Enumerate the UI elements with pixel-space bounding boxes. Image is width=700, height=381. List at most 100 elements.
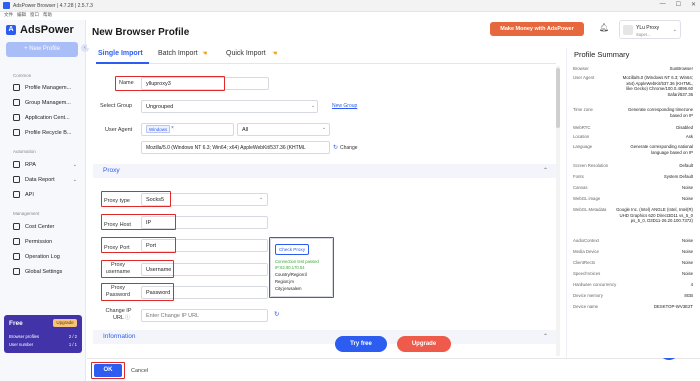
chevron-down-icon: ⌄	[259, 195, 264, 201]
summary-key: AudioContext	[573, 238, 599, 243]
highlight-box	[101, 214, 176, 230]
sidebar-item-rpa[interactable]: RPA ⌄	[13, 161, 83, 168]
summary-key: ClientRects	[573, 260, 595, 265]
cancel-button[interactable]: Cancel	[131, 368, 148, 374]
sidebar-item-permission[interactable]: Permission	[13, 238, 83, 245]
summary-key: Screen Resolution	[573, 163, 609, 168]
summary-key: SpeechVoices	[573, 271, 601, 276]
summary-row: Fonts System Default	[573, 174, 693, 179]
sidebar-item-group-management[interactable]: Group Managem...	[13, 99, 83, 106]
plan-users-value: 1 / 1	[68, 342, 77, 347]
sidebar-item-profile-recycle-bin[interactable]: Profile Recycle B...	[13, 129, 83, 136]
summary-value: Noise	[682, 260, 693, 265]
summary-row: Location Ask	[573, 134, 693, 139]
chevron-up-icon: ⌃	[542, 334, 548, 340]
maximize-icon[interactable]: ☐	[676, 1, 681, 8]
minimize-icon[interactable]: —	[660, 1, 666, 8]
menu-help[interactable]: 帮助	[43, 12, 52, 20]
sidebar-item-api[interactable]: API	[13, 191, 83, 198]
summary-key: User Agent	[573, 75, 595, 80]
sidebar-item-data-report[interactable]: Data Report ⌄	[13, 176, 83, 183]
summary-key: WebGL image	[573, 196, 601, 201]
page-title: New Browser Profile	[92, 27, 190, 38]
menu-file[interactable]: 文件	[4, 12, 13, 20]
summary-key: Fonts	[573, 174, 584, 179]
highlight-box	[101, 237, 176, 253]
sidebar-item-application-center[interactable]: Application Cent...	[13, 114, 83, 121]
sidebar-item-label: Permission	[25, 238, 53, 245]
new-profile-button[interactable]: + New Profile	[6, 42, 78, 57]
sidebar-item-operation-log[interactable]: Operation Log	[13, 253, 83, 260]
window-controls: — ☐ ✕	[660, 1, 696, 8]
summary-key: WebRTC	[573, 125, 591, 130]
sidebar-item-label: Global Settings	[25, 268, 63, 275]
user-role: Super...	[636, 32, 651, 37]
adspower-logo-icon: A	[6, 25, 16, 35]
close-icon[interactable]: ✕	[691, 1, 696, 8]
summary-row: ClientRects Noise	[573, 260, 693, 265]
ua-string-input[interactable]: Mozilla/5.0 (Windows NT 6.3; Win64; x64)…	[141, 141, 330, 154]
summary-key: Location	[573, 134, 590, 139]
upgrade-button[interactable]: Upgrade	[397, 336, 451, 352]
summary-row: WebGL Metadata Google Inc. (Intel) ANGLE …	[573, 207, 693, 223]
new-group-link[interactable]: New Group	[332, 103, 357, 109]
refresh-icon[interactable]: ↻	[274, 310, 279, 318]
summary-row: SpeechVoices Noise	[573, 271, 693, 276]
menu-window[interactable]: 窗口	[30, 12, 39, 20]
logo-text: AdsPower	[20, 24, 74, 36]
user-menu[interactable]: YLu Proxy Super... ⌄	[619, 20, 681, 39]
sidebar: A AdsPower + New Profile Common Profile …	[0, 20, 86, 381]
app-center-icon	[13, 114, 20, 121]
summary-key: Media Device	[573, 249, 600, 254]
sidebar-item-label: Operation Log	[25, 253, 60, 260]
logo: A AdsPower	[6, 24, 74, 36]
promo-banner[interactable]: Make Money with AdsPower	[490, 22, 584, 36]
plan-profiles-value: 2 / 2	[68, 334, 77, 339]
summary-key: WebGL Metadata	[573, 207, 607, 212]
summary-value: Noise	[682, 249, 693, 254]
tab-quick-import[interactable]: Quick Import	[226, 50, 266, 57]
summary-key: Browser	[573, 66, 589, 71]
try-free-button[interactable]: Try free	[335, 336, 387, 352]
summary-row: Device name DESKTOP-WV3E2T	[573, 304, 693, 309]
app-icon	[3, 2, 10, 9]
bell-icon[interactable]: 🔔︎	[599, 23, 609, 32]
tab-single-import[interactable]: Single Import	[98, 50, 143, 57]
form-scrollbar[interactable]	[556, 66, 560, 356]
refresh-icon[interactable]: ↻	[333, 144, 338, 151]
section-management: Management	[13, 211, 40, 216]
info-icon: ⓘ	[125, 315, 131, 321]
plan-users-row: User number 1 / 1	[9, 342, 77, 347]
sidebar-item-profile-management[interactable]: Profile Managem...	[13, 84, 83, 91]
plan-card: Free Upgrade Browser profiles 2 / 2 User…	[4, 315, 82, 353]
plan-name: Free	[9, 320, 23, 327]
change-ip-input[interactable]	[141, 309, 268, 322]
summary-key: Language	[573, 144, 593, 149]
chevron-down-icon: ⌄	[672, 27, 677, 33]
menu-edit[interactable]: 编辑	[17, 12, 26, 20]
plan-profiles-row: Browser profiles 2 / 2	[9, 334, 77, 339]
summary-key: Time zone	[573, 107, 593, 112]
tab-batch-import[interactable]: Batch Import	[158, 50, 198, 57]
change-ua-link[interactable]: Change	[340, 145, 358, 151]
information-section-header[interactable]: Information ⌃	[93, 330, 556, 344]
summary-value: DESKTOP-WV3E2T	[653, 304, 693, 309]
summary-row: Hardware concurrency 4	[573, 282, 693, 287]
window-title: AdsPower Browser | 4.7.28 | 2.5.7.3	[13, 2, 93, 9]
sidebar-item-label: Group Managem...	[25, 99, 71, 106]
settings-icon	[13, 268, 20, 275]
scrollbar-thumb[interactable]	[556, 68, 560, 128]
group-select[interactable]: Ungrouped	[141, 100, 318, 113]
ua-version-select[interactable]: All	[237, 123, 330, 136]
summary-value: Ask	[685, 134, 693, 139]
tag-close-icon[interactable]: ×	[171, 125, 174, 131]
tab-divider	[96, 63, 556, 64]
section-common: Common	[13, 73, 32, 78]
sidebar-item-cost-center[interactable]: Cost Center	[13, 223, 83, 230]
highlight-box	[115, 76, 225, 91]
summary-value: Google Inc. (Intel) ANGLE (Intel, Intel(…	[616, 207, 693, 224]
plan-upgrade-button[interactable]: Upgrade	[53, 319, 77, 327]
sidebar-item-global-settings[interactable]: Global Settings	[13, 268, 83, 275]
group-icon	[13, 99, 20, 106]
proxy-section-header[interactable]: Proxy ⌃	[93, 164, 556, 178]
